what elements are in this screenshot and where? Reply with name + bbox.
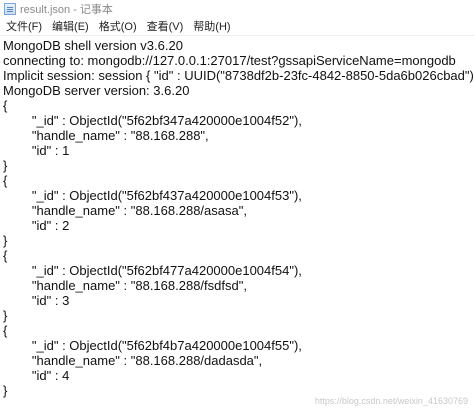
window-title: result.json - 记事本 (20, 3, 113, 16)
text-line: "id" : 2 (3, 218, 70, 233)
text-line: "handle_name" : "88.168.288/asasa", (3, 203, 247, 218)
text-line: Implicit session: session { "id" : UUID(… (3, 68, 474, 83)
menu-help[interactable]: 帮助(H) (193, 18, 230, 34)
text-line: "id" : 3 (3, 293, 70, 308)
text-line: "handle_name" : "88.168.288", (3, 128, 209, 143)
text-line: } (3, 308, 8, 323)
text-line: "_id" : ObjectId("5f62bf437a420000e1004f… (3, 188, 302, 203)
text-line: } (3, 158, 8, 173)
text-line: { (3, 173, 8, 188)
text-line: { (3, 323, 8, 338)
menu-bar: 文件(F) 编辑(E) 格式(O) 查看(V) 帮助(H) (0, 17, 474, 36)
text-line: "handle_name" : "88.168.288/dadasda", (3, 353, 263, 368)
watermark: https://blog.csdn.net/weixin_41630769 (314, 396, 468, 406)
text-editor[interactable]: MongoDB shell version v3.6.20 connecting… (0, 36, 474, 409)
text-line: MongoDB shell version v3.6.20 (3, 38, 183, 53)
text-line: "id" : 1 (3, 143, 70, 158)
text-line: } (3, 383, 8, 398)
text-line: "_id" : ObjectId("5f62bf4b7a420000e1004f… (3, 338, 302, 353)
text-line: connecting to: mongodb://127.0.0.1:27017… (3, 53, 456, 68)
menu-view[interactable]: 查看(V) (147, 18, 184, 34)
text-line: MongoDB server version: 3.6.20 (3, 83, 190, 98)
notepad-icon (4, 2, 16, 15)
text-line: "id" : 4 (3, 368, 70, 383)
text-line: "_id" : ObjectId("5f62bf477a420000e1004f… (3, 263, 302, 278)
title-bar: result.json - 记事本 (0, 0, 474, 17)
menu-file[interactable]: 文件(F) (6, 18, 42, 34)
text-line: } (3, 233, 8, 248)
menu-format[interactable]: 格式(O) (99, 18, 137, 34)
text-line: "_id" : ObjectId("5f62bf347a420000e1004f… (3, 113, 302, 128)
text-line: "handle_name" : "88.168.288/fsdfsd", (3, 278, 247, 293)
text-line: { (3, 248, 8, 263)
text-line: { (3, 98, 8, 113)
menu-edit[interactable]: 编辑(E) (52, 18, 89, 34)
